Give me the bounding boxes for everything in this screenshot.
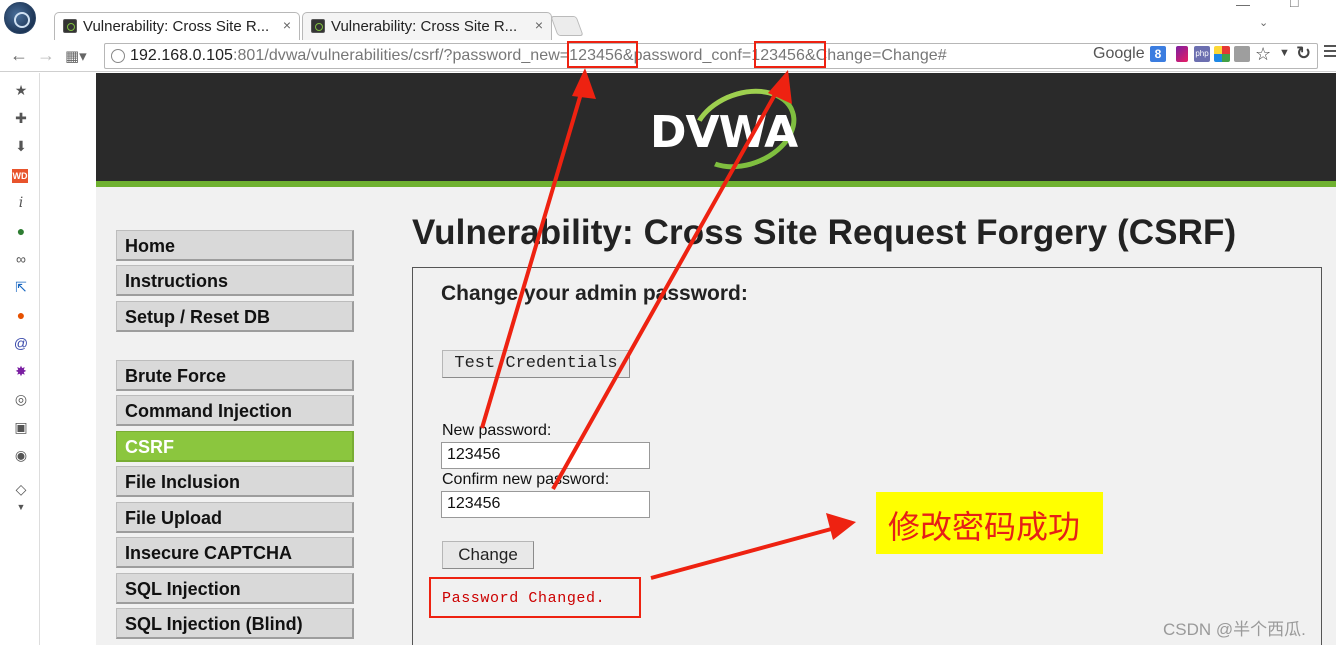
menu-item-setup[interactable]: Setup / Reset DB <box>116 301 354 332</box>
browser-logo-icon[interactable] <box>4 2 36 34</box>
annotation-box-password-conf <box>754 41 826 68</box>
menu-item-label: Instructions <box>125 271 229 291</box>
url-host: 192.168.0.105 <box>130 47 233 64</box>
menu-item-label: SQL Injection (Blind) <box>125 614 303 634</box>
menu-item-label: Brute Force <box>125 366 227 386</box>
screenshot-root: Vulnerability: Cross Site R... × Vulnera… <box>0 0 1336 645</box>
dvwa-header: DVWA <box>96 73 1336 187</box>
menu-item-home[interactable]: Home <box>116 230 354 261</box>
annotation-box-password-new <box>567 41 638 68</box>
php-icon[interactable]: php <box>1194 46 1210 62</box>
tab-inactive[interactable]: Vulnerability: Cross Site R... × <box>302 12 552 40</box>
web-developer-icon[interactable]: WD <box>12 169 28 183</box>
menu-item-csrf[interactable]: CSRF <box>116 431 354 462</box>
palette-icon[interactable]: ◎ <box>12 390 30 408</box>
back-arrow-icon[interactable]: ← <box>10 45 28 66</box>
test-credentials-button[interactable]: Test Credentials <box>442 350 630 378</box>
confirm-password-label: Confirm new password: <box>442 471 610 488</box>
windows-icon[interactable] <box>1214 46 1230 62</box>
extension-sidebar: ★ ✚ ⬇ WD i ● ∞ ⇱ ● @ ✸ ◎ ▣ ◉ ◇ ▼ <box>0 73 40 645</box>
menu-icon[interactable] <box>1324 45 1336 61</box>
feather-icon[interactable] <box>1176 46 1188 62</box>
new-password-label: New password: <box>442 422 552 439</box>
menu-item-insecure-captcha[interactable]: Insecure CAPTCHA <box>116 537 354 568</box>
globe-ext-icon[interactable]: ◉ <box>12 446 30 464</box>
download-icon[interactable]: ⬇ <box>12 137 30 155</box>
info-icon[interactable]: i <box>12 194 30 212</box>
menu-item-label: File Inclusion <box>125 472 241 492</box>
minimize-icon[interactable]: — <box>1236 0 1250 12</box>
menu-item-label: Setup / Reset DB <box>125 307 271 327</box>
apps-grid-icon[interactable]: ▦▾ <box>65 47 87 65</box>
tab-strip: Vulnerability: Cross Site R... × Vulnera… <box>0 0 1336 40</box>
tab-close-icon[interactable]: × <box>535 17 543 33</box>
logo-text: DVWA <box>650 107 798 158</box>
annotation-box-result <box>429 577 641 618</box>
tab-title: Vulnerability: Cross Site R... <box>331 18 518 35</box>
tab-close-icon[interactable]: × <box>283 17 291 33</box>
puzzle-icon[interactable]: ✚ <box>12 109 30 127</box>
new-tab-button[interactable] <box>550 16 584 36</box>
new-password-field[interactable]: 123456 <box>441 442 650 469</box>
tab-list-chevron-icon[interactable]: ⌄ <box>1259 16 1268 29</box>
watermark: CSDN @半个西瓜. <box>1163 620 1306 639</box>
laptop-icon[interactable] <box>1234 46 1250 62</box>
tab-active[interactable]: Vulnerability: Cross Site R... × <box>54 12 300 40</box>
menu-item-file-upload[interactable]: File Upload <box>116 502 354 533</box>
page-title: Vulnerability: Cross Site Request Forger… <box>412 213 1237 252</box>
menu-item-file-inclusion[interactable]: File Inclusion <box>116 466 354 497</box>
star-icon[interactable]: ★ <box>12 81 30 99</box>
page-gutter <box>40 73 96 645</box>
menu-item-label: SQL Injection <box>125 579 241 599</box>
confirm-password-field[interactable]: 123456 <box>441 491 650 518</box>
menu-item-instructions[interactable]: Instructions <box>116 265 354 296</box>
selector-icon[interactable]: ⇱ <box>12 278 30 296</box>
link-icon[interactable]: ∞ <box>12 250 30 268</box>
menu-item-label: File Upload <box>125 508 223 528</box>
change-button[interactable]: Change <box>442 541 534 569</box>
dvwa-favicon-icon <box>311 19 325 33</box>
eraser-icon[interactable]: ◇ <box>12 480 30 498</box>
forward-arrow-icon[interactable]: → <box>37 45 55 66</box>
menu-item-label: Insecure CAPTCHA <box>125 543 293 563</box>
google-search-icon[interactable]: 8 <box>1150 46 1166 62</box>
dvwa-page: DVWA Home Instructions Setup / Reset DB … <box>96 73 1336 645</box>
more-chevron-icon[interactable]: ▼ <box>12 498 30 516</box>
menu-item-label: Command Injection <box>125 401 293 421</box>
menu-item-sql-injection[interactable]: SQL Injection <box>116 573 354 604</box>
green-ball-icon[interactable]: ● <box>12 222 30 240</box>
dropdown-chevron-icon[interactable]: ▼ <box>1279 47 1290 59</box>
swirl-icon[interactable]: @ <box>12 334 30 352</box>
menu-item-brute-force[interactable]: Brute Force <box>116 360 354 391</box>
callout-text: 修改密码成功 <box>888 508 1081 546</box>
bug-icon[interactable]: ✸ <box>12 362 30 380</box>
firebug-icon[interactable]: ● <box>12 306 30 324</box>
globe-icon <box>111 49 125 63</box>
menu-item-label: Home <box>125 236 176 256</box>
menu-item-command-injection[interactable]: Command Injection <box>116 395 354 426</box>
dvwa-favicon-icon <box>63 19 77 33</box>
box-heading: Change your admin password: <box>441 282 748 305</box>
menu-item-label: CSRF <box>125 437 174 457</box>
reload-icon[interactable]: ↻ <box>1296 43 1311 64</box>
maximize-icon[interactable]: □ <box>1290 0 1298 10</box>
success-callout: 修改密码成功 <box>876 492 1103 554</box>
qr-icon[interactable]: ▣ <box>12 418 30 436</box>
search-engine-label[interactable]: Google <box>1093 45 1145 63</box>
bookmark-star-icon[interactable]: ☆ <box>1255 44 1271 65</box>
menu-item-sql-injection-blind[interactable]: SQL Injection (Blind) <box>116 608 354 639</box>
tab-title: Vulnerability: Cross Site R... <box>83 18 270 35</box>
dvwa-logo[interactable]: DVWA <box>646 74 808 184</box>
